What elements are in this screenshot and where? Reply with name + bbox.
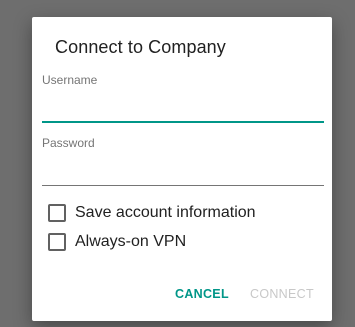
always-on-vpn-option[interactable]: Always-on VPN [48,231,186,253]
password-input[interactable] [42,163,324,186]
always-on-vpn-checkbox[interactable] [48,233,66,251]
username-label: Username [42,73,98,87]
username-input[interactable] [42,99,324,123]
dialog-title: Connect to Company [55,37,226,57]
cancel-button[interactable]: CANCEL [175,287,229,301]
save-account-option[interactable]: Save account information [48,202,256,224]
connect-button[interactable]: CONNECT [250,287,314,301]
save-account-label[interactable]: Save account information [75,204,256,222]
password-label: Password [42,136,95,150]
always-on-vpn-label[interactable]: Always-on VPN [75,233,186,251]
vpn-connect-dialog: Connect to Company Username Password Sav… [32,17,332,321]
save-account-checkbox[interactable] [48,204,66,222]
